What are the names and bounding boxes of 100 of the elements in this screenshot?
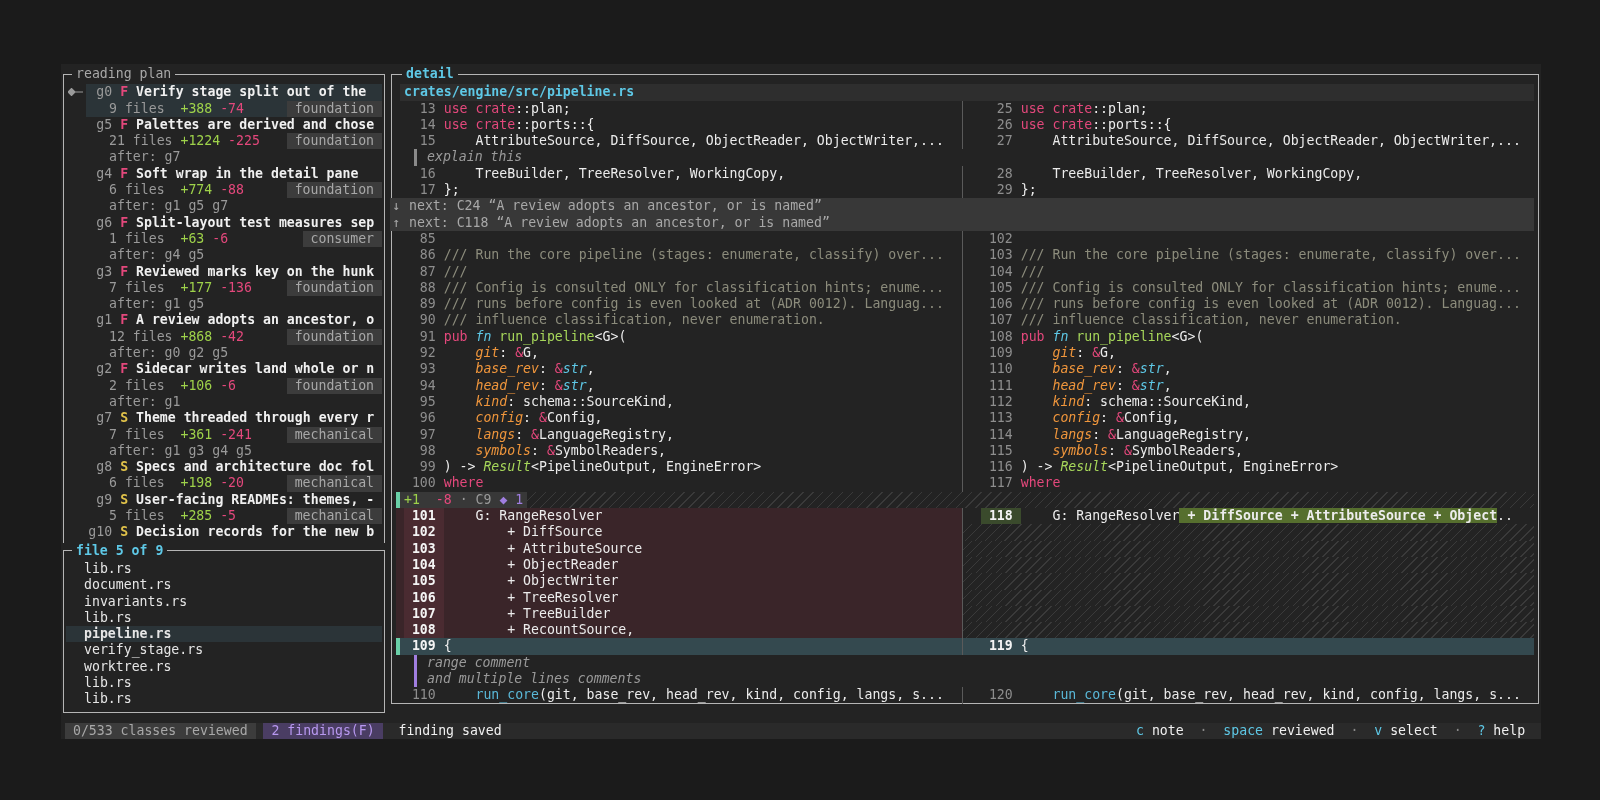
added-count: +63 (180, 230, 205, 248)
code-line: base_rev: &str, (474, 361, 595, 378)
line-number: 16 (418, 165, 437, 183)
code-line: kind: schema::SourceKind, (474, 393, 674, 411)
removed-count: -6 (220, 377, 237, 394)
file-item[interactable]: pipeline.rs (66, 626, 382, 643)
code-line: langs: &LanguageRegistry, (1051, 426, 1251, 443)
key-hint: space reviewed (1222, 722, 1336, 739)
status-message: finding saved (397, 722, 503, 739)
plan-item[interactable]: g0 F Verify stage split out of the 9 files +388 -74 foundation (86, 84, 382, 117)
code-line: /// Config is consulted ONLY for classification hints; enume... (443, 279, 944, 297)
tier-letter: F (120, 361, 129, 378)
line-number: 108 (987, 328, 1014, 346)
file-item[interactable]: lib.rs (66, 691, 382, 708)
code-line: where (1020, 475, 1061, 492)
plan-item[interactable]: g8 S Specs and architecture doc fol 6 files +198 -20 mechanical (86, 459, 382, 492)
file-item[interactable]: lib.rs (66, 560, 382, 578)
line-number: 13 (418, 100, 437, 117)
category-tag: foundation (286, 328, 382, 346)
group-id: g7 (95, 410, 113, 427)
code-line: kind: schema::SourceKind, (1051, 393, 1251, 411)
code-line: }; (443, 182, 460, 199)
code-line: + DiffSource (506, 524, 603, 541)
line-number: 112 (987, 393, 1014, 411)
line-number: 88 (418, 279, 437, 297)
file-count: 7 files (109, 426, 166, 443)
separator-dot: · (1349, 722, 1360, 739)
line-number: 29 (995, 182, 1014, 199)
dependency-list: after: g4 g5 (109, 247, 205, 264)
line-number: 27 (995, 133, 1014, 150)
code-line: git: &G, (1051, 345, 1116, 362)
tier-letter: F (120, 263, 129, 280)
removed-count: -42 (220, 328, 244, 346)
dependency-list: after: g1 g5 g7 (109, 198, 229, 215)
progress-status: 0/533 classes reviewed (65, 722, 256, 739)
line-number: 98 (418, 442, 437, 460)
line-number: 25 (995, 100, 1014, 117)
line-number: 113 (987, 410, 1014, 427)
file-count: 9 files (109, 100, 166, 117)
group-title: Theme threaded through every r (136, 410, 375, 427)
removed-count: -74 (220, 100, 244, 117)
findings-badge: 2 findings(F) (263, 722, 383, 739)
code-line: pub fn run_pipeline<G>( (443, 328, 627, 346)
file-item[interactable]: invariants.rs (66, 593, 382, 610)
code-line: AttributeSource, DiffSource, ObjectReader, ObjectWriter,... (474, 133, 944, 150)
removed-count: -241 (220, 426, 252, 443)
plan-item[interactable]: g9 S User-facing READMEs: themes, - 5 files +285 -5 mechanical (86, 491, 382, 525)
code-line: pub fn run_pipeline<G>( (1020, 328, 1204, 346)
tier-letter: F (120, 116, 129, 134)
removed-count: -20 (220, 475, 244, 492)
code-line: use crate::plan; (443, 100, 571, 117)
line-number: 102 (987, 230, 1014, 248)
key-hint: c note (1135, 722, 1185, 739)
jump-link[interactable]: next: C118 “A review adopts an ancestor, or is named” (409, 214, 830, 231)
line-number: 89 (418, 296, 437, 313)
line-number: 100 (410, 475, 437, 492)
current-marker-icon (68, 88, 84, 97)
dependency-list: after: g1 g5 (109, 296, 205, 313)
jump-link[interactable]: next: C24 “A review adopts an ancestor, or is named” (409, 198, 822, 215)
line-number: 110 (410, 687, 437, 704)
file-item[interactable]: lib.rs (66, 675, 382, 692)
file-item[interactable]: verify_stage.rs (66, 642, 382, 659)
added-count: +285 (180, 508, 213, 524)
code-line: config: &Config, (1051, 410, 1180, 427)
file-item[interactable]: document.rs (66, 577, 382, 594)
code-line: config: &Config, (474, 410, 603, 427)
tier-letter: F (120, 312, 129, 329)
added-count: +774 (180, 182, 213, 199)
category-tag: foundation (286, 182, 382, 199)
group-title: Split-layout test measures sep (136, 214, 375, 231)
file-item[interactable]: worktree.rs (66, 658, 382, 675)
panel-title: file 5 of 9 (75, 542, 165, 559)
file-count: 12 files (109, 328, 174, 346)
line-number: 93 (418, 361, 437, 378)
file-count: 1 files (109, 230, 166, 248)
group-id: g2 (95, 361, 113, 378)
arrow-glyph: ↑ (391, 214, 402, 231)
code-line: TreeBuilder, TreeResolver, WorkingCopy, (1051, 165, 1363, 183)
plan-item[interactable]: g10 S Decision records for the new b (86, 524, 382, 541)
code-line: TreeBuilder, TreeResolver, WorkingCopy, (474, 165, 786, 183)
line-number: 105 (404, 573, 444, 590)
hunk-header[interactable]: +1 -8 · C9 ◆ 1 (400, 491, 528, 508)
key-hint: v select (1373, 722, 1439, 739)
code-line: /// Config is consulted ONLY for classification hints; enume... (1020, 279, 1521, 297)
code-line: use crate::plan; (1020, 100, 1148, 117)
line-number: 116 (987, 459, 1014, 476)
line-number: 111 (987, 377, 1014, 394)
code-line: head_rev: &str, (474, 377, 595, 394)
file-item[interactable]: lib.rs (66, 609, 382, 627)
code-line: head_rev: &str, (1051, 377, 1172, 394)
category-tag: mechanical (286, 475, 382, 492)
dependency-list: after: g1 (109, 393, 181, 411)
comment-text: explain this (427, 149, 523, 166)
line-number: 96 (418, 410, 437, 427)
category-tag: foundation (286, 133, 382, 150)
file-count: 7 files (109, 279, 166, 297)
added-count: +177 (180, 279, 213, 297)
group-title: Specs and architecture doc fol (136, 459, 375, 476)
line-number: 102 (404, 524, 444, 541)
group-id: g5 (95, 116, 113, 134)
